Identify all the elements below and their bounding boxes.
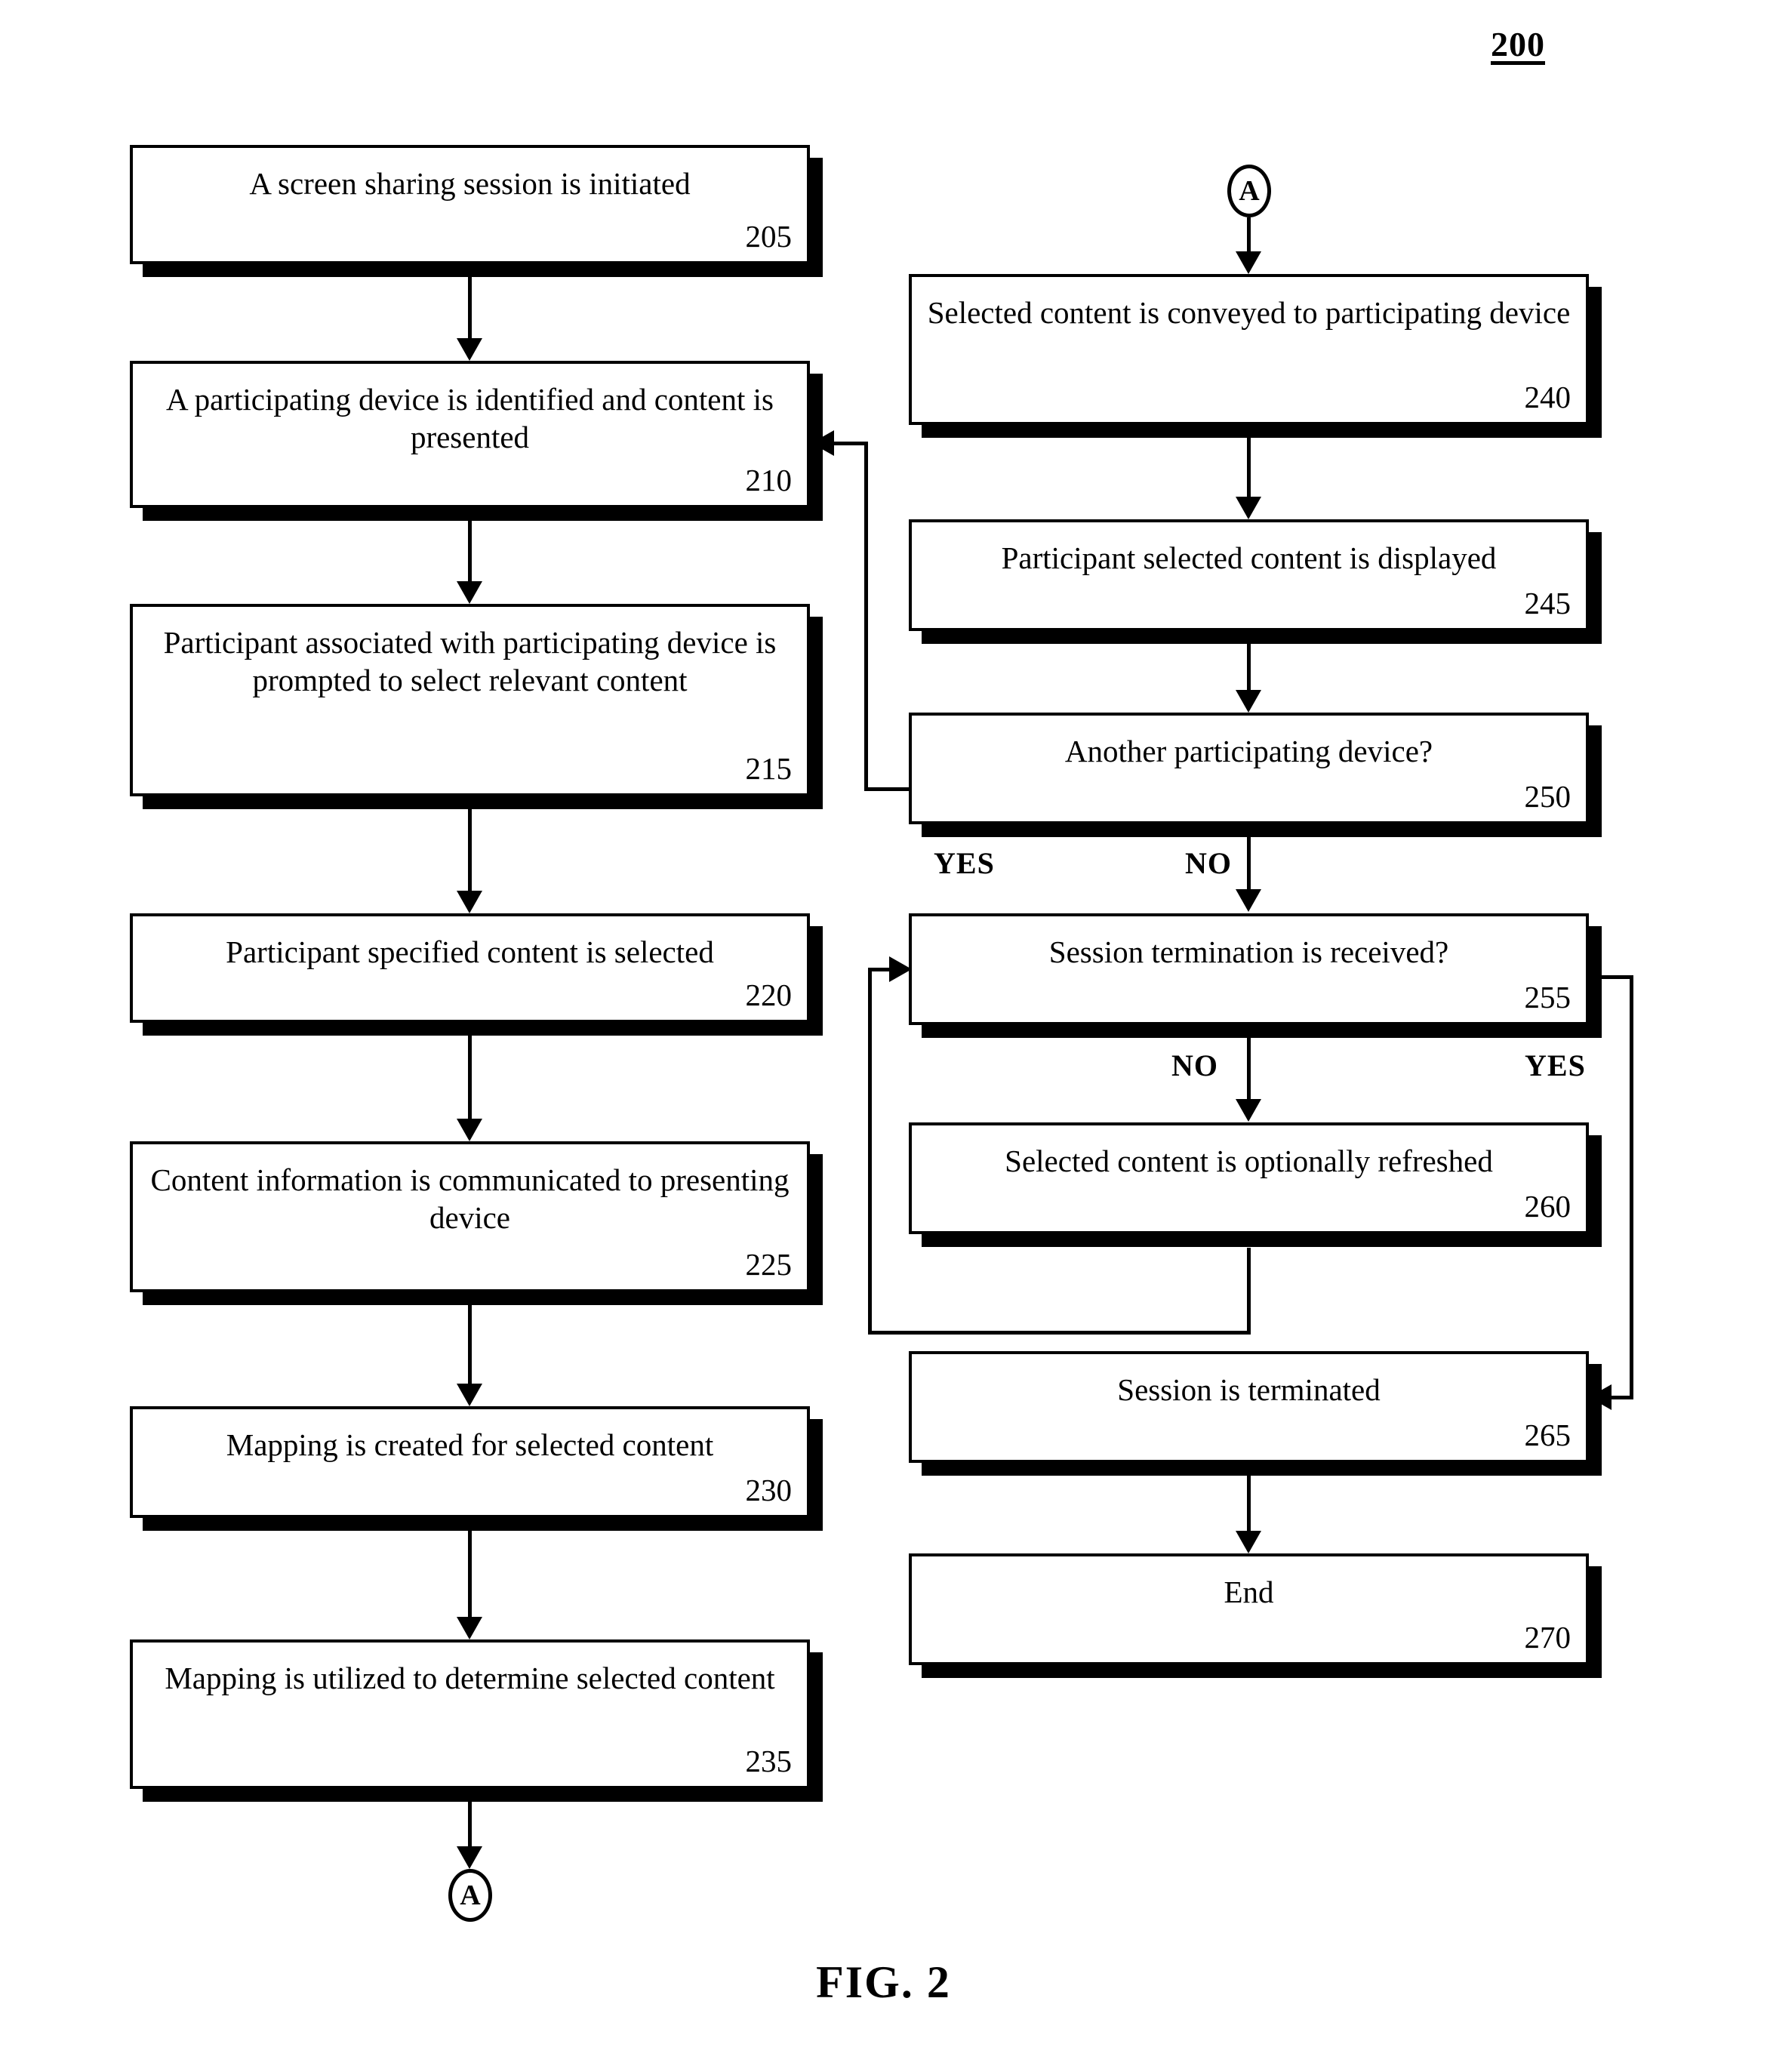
process-box-225-text: Content information is communicated to p… bbox=[150, 1162, 790, 1235]
arrowhead-250-yes-to-210 bbox=[811, 430, 834, 456]
connector-250-yes-segment-h-bottom bbox=[864, 787, 911, 791]
process-box-205-text: A screen sharing session is initiated bbox=[249, 166, 691, 201]
decision-box-255: Session termination is received? 255 bbox=[909, 913, 1589, 1025]
connector-220-to-225 bbox=[468, 1036, 472, 1120]
arrowhead-205-to-210 bbox=[457, 338, 482, 361]
decision-box-250-number: 250 bbox=[1524, 779, 1572, 814]
arrowhead-210-to-215 bbox=[457, 581, 482, 604]
process-box-230-number: 230 bbox=[745, 1473, 793, 1507]
arrowhead-260-loop-to-255 bbox=[889, 956, 912, 982]
process-box-240-text: Selected content is conveyed to particip… bbox=[927, 295, 1571, 330]
arrowhead-215-to-220 bbox=[457, 891, 482, 913]
decision-box-250: Another participating device? 250 bbox=[909, 713, 1589, 824]
process-box-260: Selected content is optionally refreshed… bbox=[909, 1122, 1589, 1234]
branch-label-255-yes: YES bbox=[1525, 1048, 1586, 1082]
figure-number-label: 200 bbox=[1491, 25, 1545, 63]
connector-255-yes-segment-h-top bbox=[1587, 975, 1633, 979]
connector-250-yes-segment-h-top bbox=[834, 442, 868, 445]
process-box-235-text: Mapping is utilized to determine selecte… bbox=[165, 1661, 775, 1695]
decision-box-255-text: Session termination is received? bbox=[1048, 934, 1449, 969]
connector-245-to-250 bbox=[1247, 644, 1251, 691]
connector-210-to-215 bbox=[468, 521, 472, 581]
connector-255-no-to-260 bbox=[1247, 1025, 1251, 1101]
process-box-220: Participant specified content is selecte… bbox=[130, 913, 810, 1023]
connector-265-to-270 bbox=[1247, 1476, 1251, 1532]
process-box-225: Content information is communicated to p… bbox=[130, 1141, 810, 1292]
arrowhead-255-yes-to-265 bbox=[1589, 1384, 1612, 1410]
process-box-260-text: Selected content is optionally refreshed bbox=[1005, 1144, 1493, 1178]
decision-box-250-text: Another participating device? bbox=[1064, 734, 1433, 768]
process-box-265-text: Session is terminated bbox=[1117, 1372, 1381, 1407]
connector-circle-a-to-240 bbox=[1247, 217, 1251, 255]
connector-260-loop-segment-h-bottom bbox=[868, 1331, 1251, 1335]
branch-label-250-no: NO bbox=[1185, 846, 1232, 880]
arrowhead-230-to-235 bbox=[457, 1617, 482, 1639]
process-box-210: A participating device is identified and… bbox=[130, 361, 810, 508]
process-box-210-number: 210 bbox=[745, 463, 793, 497]
figure-caption: FIG. 2 bbox=[816, 1957, 951, 2007]
branch-label-255-no: NO bbox=[1171, 1048, 1218, 1082]
process-box-205-number: 205 bbox=[745, 219, 793, 254]
arrowhead-240-to-245 bbox=[1236, 497, 1261, 519]
connector-circle-a-top-label: A bbox=[1239, 175, 1260, 207]
arrowhead-235-to-circle-a bbox=[457, 1846, 482, 1869]
process-box-230: Mapping is created for selected content … bbox=[130, 1406, 810, 1518]
connector-255-yes-segment-v bbox=[1630, 975, 1633, 1399]
connector-230-to-235 bbox=[468, 1531, 472, 1618]
connector-240-to-245 bbox=[1247, 438, 1251, 498]
terminator-box-270-text: End bbox=[1224, 1575, 1274, 1609]
terminator-box-270-number: 270 bbox=[1524, 1620, 1572, 1655]
process-box-220-text: Participant specified content is selecte… bbox=[226, 934, 714, 969]
branch-label-250-yes: YES bbox=[934, 846, 995, 880]
decision-box-255-number: 255 bbox=[1524, 980, 1572, 1014]
process-box-240-number: 240 bbox=[1524, 380, 1572, 414]
connector-215-to-220 bbox=[468, 809, 472, 892]
connector-260-loop-segment-v-right bbox=[1247, 1248, 1251, 1335]
process-box-220-number: 220 bbox=[745, 978, 793, 1012]
process-box-245-text: Participant selected content is displaye… bbox=[1001, 540, 1497, 575]
connector-225-to-230 bbox=[468, 1305, 472, 1384]
process-box-240: Selected content is conveyed to particip… bbox=[909, 274, 1589, 425]
arrowhead-245-to-250 bbox=[1236, 690, 1261, 713]
figure-sheet: 200 A screen sharing session is initiate… bbox=[0, 0, 1767, 2072]
arrowhead-225-to-230 bbox=[457, 1384, 482, 1406]
process-box-205: A screen sharing session is initiated 20… bbox=[130, 145, 810, 264]
connector-235-to-circle-a bbox=[468, 1802, 472, 1849]
connector-circle-a-bottom-label: A bbox=[460, 1880, 481, 1911]
connector-255-yes-segment-h-bottom bbox=[1612, 1396, 1633, 1399]
connector-250-no-to-255 bbox=[1247, 824, 1251, 891]
arrowhead-265-to-270 bbox=[1236, 1531, 1261, 1553]
process-box-245: Participant selected content is displaye… bbox=[909, 519, 1589, 631]
process-box-215-text: Participant associated with participatin… bbox=[163, 625, 777, 697]
process-box-265-number: 265 bbox=[1524, 1418, 1572, 1452]
process-box-210-text: A participating device is identified and… bbox=[166, 382, 774, 454]
connector-250-yes-segment-v bbox=[864, 442, 868, 791]
arrowhead-255-no-to-260 bbox=[1236, 1099, 1261, 1122]
process-box-235-number: 235 bbox=[745, 1744, 793, 1778]
process-box-230-text: Mapping is created for selected content bbox=[226, 1427, 714, 1462]
process-box-235: Mapping is utilized to determine selecte… bbox=[130, 1639, 810, 1789]
process-box-245-number: 245 bbox=[1524, 586, 1572, 620]
process-box-225-number: 225 bbox=[745, 1247, 793, 1282]
process-box-215-number: 215 bbox=[745, 751, 793, 786]
arrowhead-250-no-to-255 bbox=[1236, 889, 1261, 912]
process-box-260-number: 260 bbox=[1524, 1189, 1572, 1224]
connector-circle-a-top: A bbox=[1227, 165, 1271, 217]
connector-circle-a-bottom: A bbox=[448, 1869, 492, 1922]
connector-205-to-210 bbox=[468, 277, 472, 341]
process-box-215: Participant associated with participatin… bbox=[130, 604, 810, 796]
terminator-box-270: End 270 bbox=[909, 1553, 1589, 1665]
arrowhead-220-to-225 bbox=[457, 1119, 482, 1141]
arrowhead-circle-a-to-240 bbox=[1236, 251, 1261, 274]
process-box-265: Session is terminated 265 bbox=[909, 1351, 1589, 1463]
connector-260-loop-segment-v-left bbox=[868, 968, 872, 1335]
